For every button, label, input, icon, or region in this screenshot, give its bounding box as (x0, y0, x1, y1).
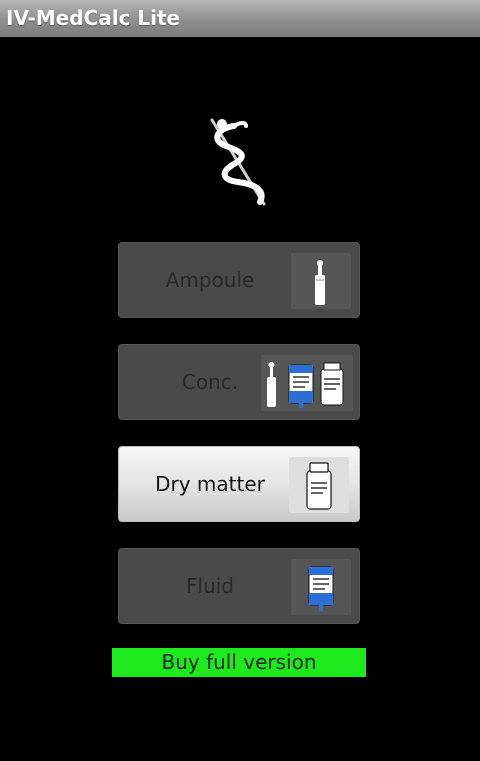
caduceus-snake-icon (210, 118, 266, 206)
app-title: IV-MedCalc Lite (6, 6, 181, 30)
ampoule-button[interactable]: Ampoule (118, 242, 360, 318)
vial-icon (306, 462, 332, 510)
ampoule-icon (315, 260, 325, 305)
fluid-button[interactable]: Fluid (118, 548, 360, 624)
dry-matter-icon-box (289, 457, 349, 513)
dry-matter-button[interactable]: Dry matter (118, 446, 360, 522)
conc-ampoule-bag-vial-icon (267, 362, 344, 408)
ampoule-label: Ampoule (165, 268, 255, 292)
buy-full-version-button[interactable]: Buy full version (112, 648, 366, 677)
ampoule-icon-box (291, 253, 351, 309)
dry-matter-label: Dry matter (155, 472, 265, 496)
fluid-label: Fluid (186, 574, 234, 598)
conc-icon-box (261, 355, 353, 411)
fluid-icon-box (291, 559, 351, 615)
iv-bag-icon (308, 566, 334, 611)
conc-button[interactable]: Conc. (118, 344, 360, 420)
title-bar: IV-MedCalc Lite (0, 0, 480, 37)
